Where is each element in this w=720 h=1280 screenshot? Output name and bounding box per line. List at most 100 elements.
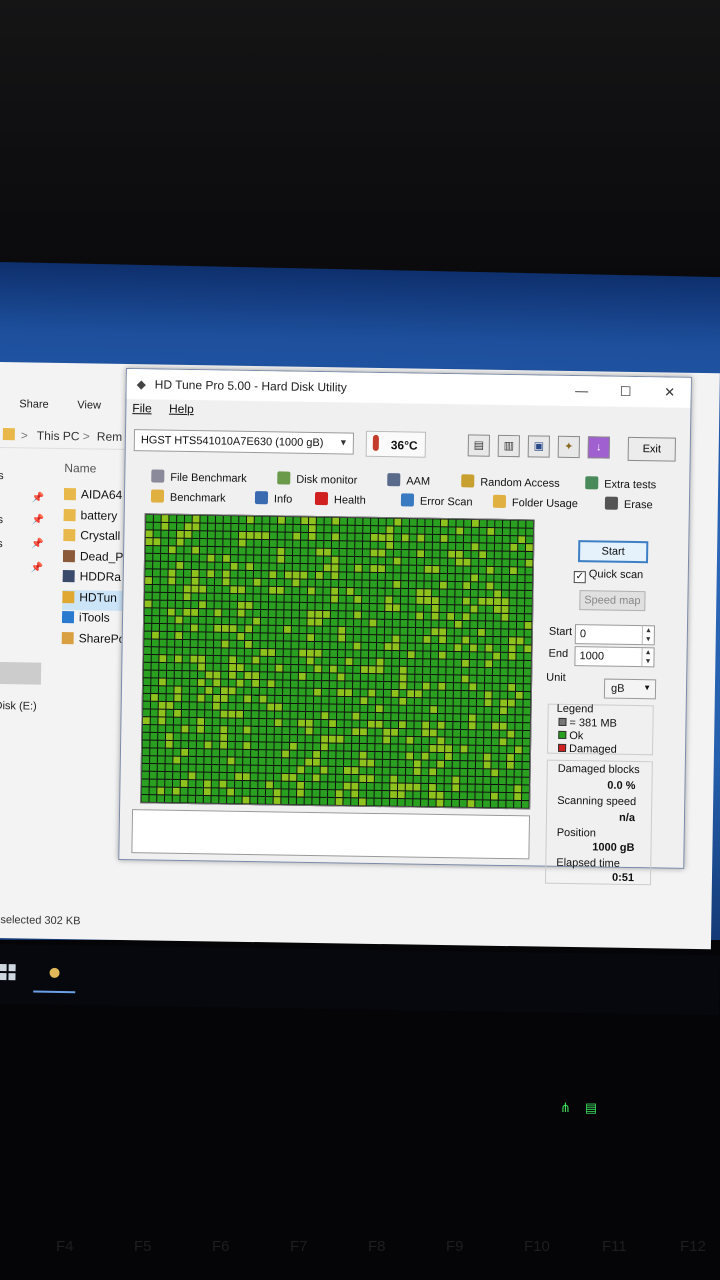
close-button[interactable]: ✕ — [655, 382, 685, 402]
ok-block — [415, 659, 423, 667]
address-bar[interactable]: > This PC > Rem — [0, 421, 130, 451]
ok-block — [502, 551, 510, 559]
ok-block — [361, 603, 369, 611]
ok-block — [456, 535, 464, 543]
ok-block — [470, 589, 478, 597]
tab-erase[interactable]: Erase — [604, 496, 653, 511]
list-item[interactable]: SharePc — [61, 631, 124, 652]
ok-block — [421, 752, 429, 760]
speed-map-button[interactable]: Speed map — [579, 590, 646, 612]
drive-select[interactable]: HGST HTS541010A7E630 (1000 gB) ▼ — [133, 429, 355, 455]
maximize-button[interactable]: ☐ — [611, 382, 641, 402]
nav-pane-item[interactable]: s — [0, 514, 3, 526]
ok-block — [452, 784, 460, 792]
column-header-name[interactable]: Name — [64, 461, 96, 476]
legend-title: Legend — [556, 702, 594, 716]
list-item[interactable]: HDTun — [62, 589, 125, 611]
breadcrumb-this-pc[interactable]: This PC — [37, 429, 80, 444]
ok-block — [367, 775, 374, 783]
pin-icon[interactable]: 📌 — [31, 563, 44, 574]
ok-block — [262, 516, 270, 524]
download-icon[interactable]: ↓ — [587, 436, 610, 459]
exit-button[interactable]: Exit — [627, 436, 676, 462]
ok-block — [281, 781, 289, 789]
menu-help[interactable]: Help — [169, 402, 194, 416]
ok-block — [322, 626, 330, 634]
spinner-arrows-icon[interactable]: ▲ ▼ — [641, 648, 654, 667]
ok-block — [229, 632, 237, 640]
copy-info-icon[interactable]: ▤ — [467, 434, 490, 457]
list-item[interactable]: HDDRa — [62, 569, 124, 590]
list-item[interactable]: iTools — [61, 610, 124, 631]
ribbon-tab-share[interactable]: Share — [19, 398, 49, 410]
ok-block — [486, 551, 494, 559]
ok-block — [406, 744, 414, 752]
pin-icon[interactable]: 📌 — [32, 493, 45, 504]
hd-tune-taskbar-icon[interactable] — [33, 958, 76, 994]
start-button[interactable]: Start — [578, 540, 649, 564]
ok-block — [245, 617, 253, 625]
ok-block — [167, 639, 175, 647]
end-field[interactable]: 1000 ▲ ▼ — [574, 646, 655, 668]
tab-random-access[interactable]: Random Access — [461, 474, 560, 490]
ok-block — [445, 745, 453, 753]
unit-select[interactable]: gB ▼ — [603, 678, 657, 700]
ok-block — [228, 734, 235, 741]
ok-block — [432, 558, 440, 566]
tab-disk-monitor[interactable]: Disk monitor — [277, 471, 357, 487]
ribbon-tab-view[interactable]: View — [77, 399, 101, 411]
tab-health[interactable]: Health — [314, 491, 366, 507]
ok-block — [175, 632, 183, 639]
menu-file[interactable]: File — [132, 401, 152, 415]
options-icon[interactable]: ✦ — [557, 435, 580, 459]
ok-block — [190, 624, 198, 632]
ok-block — [189, 686, 197, 694]
ok-block — [343, 774, 351, 782]
tab-benchmark[interactable]: Benchmark — [150, 489, 226, 505]
ok-block — [173, 725, 181, 733]
ok-block — [273, 789, 281, 797]
spinner-arrows-icon[interactable]: ▲ ▼ — [641, 626, 655, 645]
tab-extra-tests[interactable]: Extra tests — [585, 476, 656, 491]
ok-block — [267, 711, 275, 719]
ok-block — [501, 598, 509, 606]
ok-block — [182, 694, 189, 702]
ok-block — [515, 699, 523, 707]
ok-block — [219, 796, 227, 804]
list-item[interactable]: Dead_P — [62, 549, 125, 570]
ok-block — [141, 779, 149, 787]
tab-folder-usage[interactable]: Folder Usage — [492, 494, 578, 510]
breadcrumb-removable[interactable]: Rem — [97, 430, 123, 444]
list-item[interactable]: Crystall — [63, 528, 125, 549]
ok-block — [250, 788, 258, 796]
tab-error-scan[interactable]: Error Scan — [400, 493, 473, 508]
minimize-button[interactable]: — — [567, 381, 597, 401]
ok-block — [219, 765, 227, 772]
ok-block — [143, 662, 151, 670]
quick-scan-checkbox[interactable]: ✓ Quick scan — [573, 568, 643, 584]
ok-block — [486, 559, 494, 566]
tab-file-benchmark[interactable]: File Benchmark — [151, 469, 247, 485]
nav-pane-item-disk-e[interactable]: Disk (E:) — [0, 700, 37, 713]
ok-block — [245, 586, 253, 594]
list-item[interactable]: AIDA64 — [63, 487, 126, 508]
nav-pane-item[interactable]: s — [0, 470, 4, 482]
ok-block — [344, 704, 352, 712]
tab-aam[interactable]: AAM — [387, 473, 430, 488]
ok-block — [470, 644, 477, 652]
ok-block — [400, 596, 408, 604]
ok-block — [354, 580, 362, 588]
start-field[interactable]: 0 ▲ ▼ — [574, 624, 656, 646]
pin-icon[interactable]: 📌 — [31, 515, 44, 526]
save-icon[interactable]: ▣ — [527, 435, 550, 458]
nav-pane-item[interactable]: s — [0, 538, 3, 550]
ok-block — [212, 733, 220, 741]
copy-info-all-icon[interactable]: ▥ — [497, 434, 520, 458]
ok-block — [175, 608, 183, 616]
ok-block — [463, 535, 471, 543]
list-item[interactable]: battery — [63, 508, 125, 529]
title-bar[interactable]: ◆ HD Tune Pro 5.00 - Hard Disk Utility —… — [126, 369, 691, 408]
windows-start-icon[interactable] — [0, 963, 16, 981]
tab-info[interactable]: Info — [254, 491, 293, 506]
pin-icon[interactable]: 📌 — [31, 539, 44, 550]
